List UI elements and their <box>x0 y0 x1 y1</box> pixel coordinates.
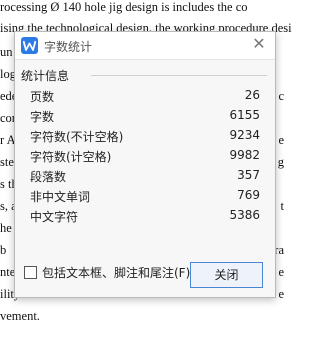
wps-writer-icon <box>21 37 38 54</box>
stat-value: 9234 <box>229 128 260 142</box>
doc-fragment: e <box>278 133 284 147</box>
stat-row-chars-with-spaces: 字符数(计空格) 9982 <box>15 146 275 166</box>
stat-row-chinese-chars: 中文字符 5386 <box>15 206 275 226</box>
dialog-titlebar[interactable]: 字数统计 ✕ <box>15 32 275 60</box>
stat-label: 段落数 <box>30 170 67 184</box>
close-icon[interactable]: ✕ <box>250 35 268 53</box>
word-count-dialog: 字数统计 ✕ 统计信息 页数 26 字数 6155 字符数(不计空格) 9234… <box>14 31 276 298</box>
section-divider <box>91 75 267 76</box>
stat-value: 357 <box>237 168 260 182</box>
stat-label: 字符数(计空格) <box>30 150 112 164</box>
include-textboxes-label[interactable]: 包括文本框、脚注和尾注(F) <box>42 264 190 281</box>
doc-line: vement. <box>0 309 40 323</box>
doc-line: rocessing Ø 140 hole jig design is inclu… <box>0 0 248 14</box>
doc-fragment: t <box>280 199 284 213</box>
stat-row-paragraphs: 段落数 357 <box>15 166 275 186</box>
stat-label: 字数 <box>30 110 55 124</box>
stat-row-non-chinese-words: 非中文单词 769 <box>15 186 275 206</box>
section-label: 统计信息 <box>21 69 70 83</box>
doc-fragment: c <box>278 89 284 103</box>
stat-label: 中文字符 <box>30 210 79 224</box>
doc-fragment: g <box>277 155 284 169</box>
doc-line: b <box>0 243 7 257</box>
doc-fragment: e <box>278 287 284 301</box>
doc-line: un <box>0 45 13 59</box>
close-button[interactable]: 关闭 <box>190 262 263 288</box>
stat-value: 9982 <box>229 148 260 162</box>
doc-fragment: e <box>278 265 284 279</box>
stat-label: 字符数(不计空格) <box>30 130 124 144</box>
stat-row-chars-no-spaces: 字符数(不计空格) 9234 <box>15 126 275 146</box>
stat-value: 5386 <box>229 208 260 222</box>
stat-label: 非中文单词 <box>30 190 91 204</box>
stat-row-pages: 页数 26 <box>15 86 275 106</box>
include-textboxes-checkbox[interactable] <box>24 266 37 279</box>
stat-row-words: 字数 6155 <box>15 106 275 126</box>
stat-value: 26 <box>244 88 260 102</box>
stat-value: 6155 <box>229 108 260 122</box>
stat-value: 769 <box>237 188 260 202</box>
dialog-title: 字数统计 <box>44 40 93 54</box>
stat-label: 页数 <box>30 90 55 104</box>
